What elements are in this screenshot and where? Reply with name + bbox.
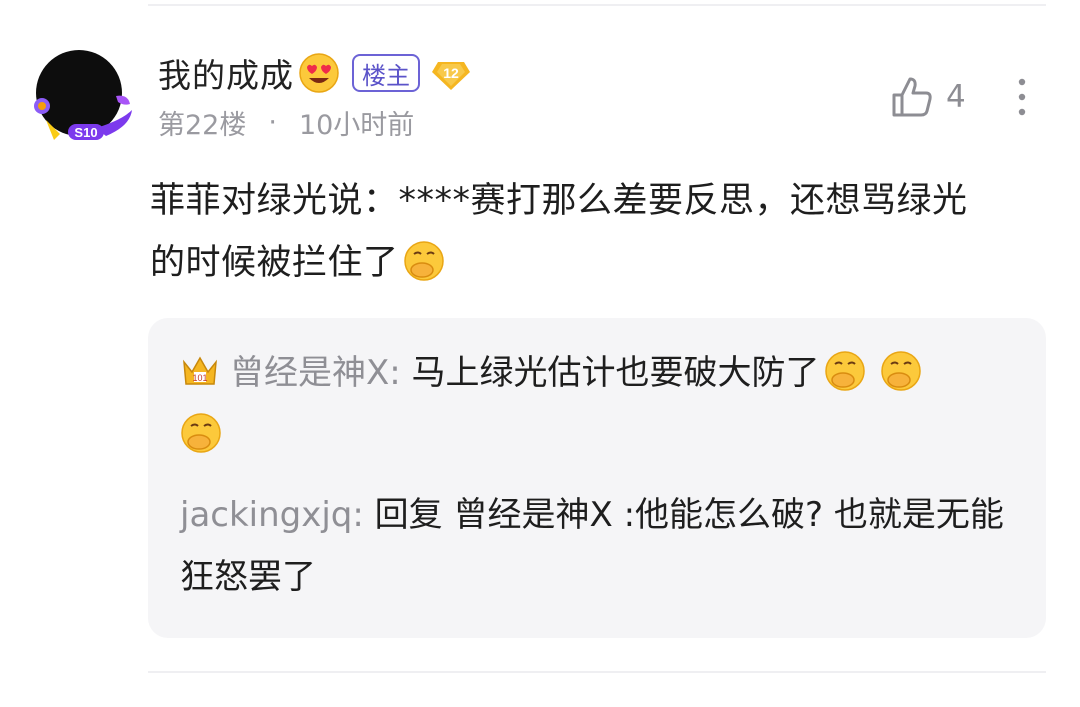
avatar-frame-icon: S10 [34, 95, 132, 140]
like-button[interactable]: 4 [888, 72, 966, 122]
crown-icon: 101 [183, 356, 217, 385]
comment-text-line1: 菲菲对绿光说：****赛打那么差要反思，还想骂绿光 [150, 181, 968, 221]
avatar-badge-text: S10 [74, 125, 97, 140]
face-with-hand-over-mouth-icon [824, 351, 865, 391]
avatar[interactable]: S10 [32, 50, 132, 144]
face-with-hand-over-mouth-icon [880, 351, 921, 391]
comment-content: 菲菲对绿光说：****赛打那么差要反思，还想骂绿光 的时候被拦住了 [150, 170, 1050, 294]
level-number: 12 [443, 65, 459, 81]
reply-username[interactable]: jackingxjq: [180, 495, 364, 535]
meta-row: 第22楼 · 10小时前 [158, 104, 415, 141]
face-with-hand-over-mouth-icon [181, 413, 221, 453]
smiling-face-with-heart-eyes-icon [299, 53, 339, 93]
reply-item[interactable]: 101 曾经是神X: 马上绿光估计也要破大防了 [180, 342, 1020, 466]
reply-username[interactable]: 曾经是神X: [230, 353, 401, 393]
face-with-hand-over-mouth-icon [403, 241, 444, 281]
like-count: 4 [946, 79, 966, 115]
reply-box[interactable]: 101 曾经是神X: 马上绿光估计也要破大防了 jackingxjq: 回复 曾… [148, 318, 1046, 638]
post-time: 10小时前 [298, 109, 415, 141]
top-divider [148, 4, 1046, 6]
level-badge-icon: 12 [432, 62, 470, 90]
thumbs-up-icon [892, 77, 932, 117]
more-vertical-icon[interactable] [1010, 76, 1034, 118]
meta-separator: · [268, 106, 277, 138]
op-badge: 楼主 [352, 54, 420, 92]
username-row: 我的成成 楼主 12 [158, 50, 472, 96]
bottom-divider [148, 671, 1046, 673]
reply-text: 马上绿光估计也要破大防了 [400, 353, 820, 393]
username[interactable]: 我的成成 [158, 49, 294, 97]
comment-text-line2: 的时候被拦住了 [150, 243, 399, 283]
reply-item[interactable]: jackingxjq: 回复 曾经是神X :他能怎么破? 也就是无能狂怒罢了 [180, 484, 1020, 608]
svg-text:101: 101 [192, 373, 207, 383]
floor-number: 第22楼 [158, 109, 247, 141]
